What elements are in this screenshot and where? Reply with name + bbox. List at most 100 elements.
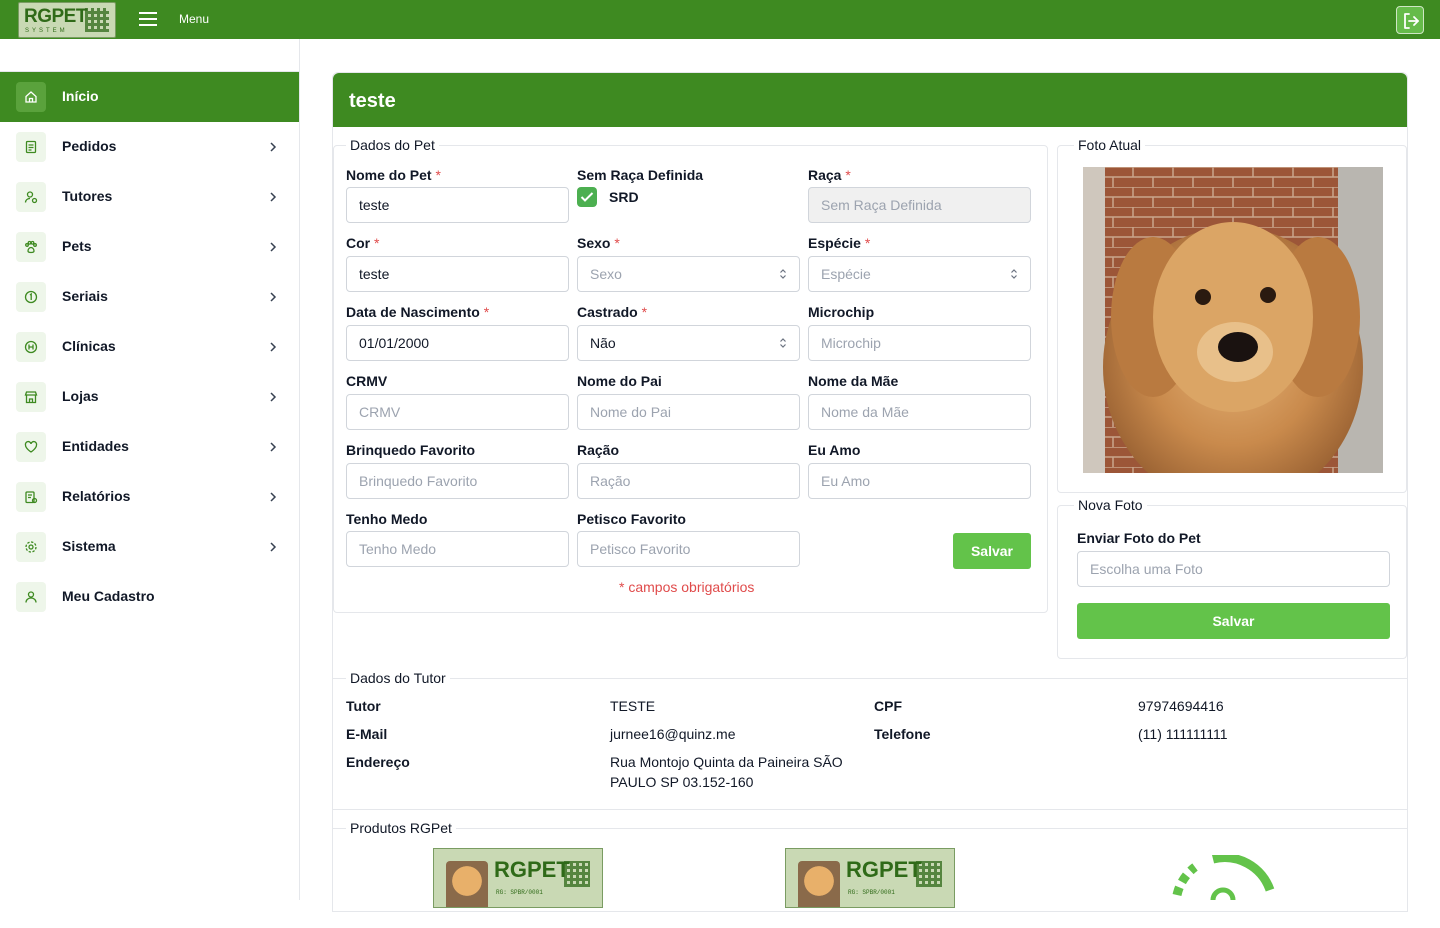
fear-input[interactable] [346,531,569,567]
hamburger-menu-icon[interactable] [139,12,157,26]
sidebar-item-label: Pets [62,238,92,254]
logout-button[interactable] [1396,6,1424,34]
mother-name-label: Nome da Mãe [808,373,899,389]
products-legend: Produtos RGPet [346,820,456,836]
species-select-value: Espécie [821,266,871,282]
new-photo-legend: Nova Foto [1074,497,1147,513]
species-label: Espécie * [808,235,871,251]
food-input[interactable] [577,463,800,499]
sidebar: Início Pedidos Tutores Pets Seriais Clín… [0,39,300,900]
chevron-right-icon [270,492,277,502]
crmv-label: CRMV [346,373,388,389]
chevron-right-icon [270,342,277,352]
menu-label[interactable]: Menu [179,12,209,26]
neutered-select-value: Não [590,335,616,351]
species-select[interactable]: Espécie [808,256,1031,292]
i-love-input[interactable] [808,463,1031,499]
upload-photo-label: Enviar Foto do Pet [1077,530,1201,546]
sidebar-item-pedidos[interactable]: Pedidos [0,122,299,172]
sidebar-item-lojas[interactable]: Lojas [0,372,299,422]
qr-code-icon [85,8,109,32]
sidebar-item-sistema[interactable]: Sistema [0,522,299,572]
page-title: teste [349,90,396,112]
sidebar-item-label: Entidades [62,438,129,454]
microchip-input[interactable] [808,325,1031,361]
store-icon [16,382,46,412]
save-pet-button[interactable]: Salvar [953,533,1031,569]
srd-label: Sem Raça Definida [577,167,704,183]
gear-icon [16,532,46,562]
breed-input [808,187,1031,223]
email-value: jurnee16@quinz.me [610,726,736,742]
photo-file-input[interactable] [1077,551,1390,587]
cpf-label: CPF [874,698,902,714]
sidebar-item-relatorios[interactable]: Relatórios [0,472,299,522]
favorite-treat-input[interactable] [577,531,800,567]
mother-name-input[interactable] [808,394,1031,430]
select-arrows-icon [780,269,786,279]
chevron-right-icon [270,392,277,402]
sidebar-item-meu-cadastro[interactable]: Meu Cadastro [0,572,299,622]
product-card-brand: RGPET [494,857,570,882]
sidebar-item-clinicas[interactable]: Clínicas [0,322,299,372]
breed-label: Raça * [808,167,851,183]
phone-value: (11) 111111111 [1138,726,1228,742]
serial-icon [16,282,46,312]
sidebar-item-label: Pedidos [62,138,117,154]
tutor-label: Tutor [346,698,381,714]
qr-code-icon [916,861,942,887]
loading-spinner-icon[interactable] [1165,855,1280,900]
father-name-input[interactable] [577,394,800,430]
required-fields-note: * campos obrigatórios [619,579,755,595]
chevron-right-icon [270,442,277,452]
chevron-right-icon [270,242,277,252]
sidebar-item-label: Seriais [62,288,108,304]
heart-icon [16,432,46,462]
sidebar-item-entidades[interactable]: Entidades [0,422,299,472]
phone-label: Telefone [874,726,931,742]
product-card[interactable]: RGPET RG: SPBR/0001 [785,848,955,908]
fear-label: Tenho Medo [346,511,428,527]
srd-checkbox[interactable] [577,187,597,207]
sidebar-item-inicio[interactable]: Início [0,72,299,122]
product-card-rg: RG: SPBR/0001 [496,889,543,896]
select-arrows-icon [1011,269,1017,279]
sidebar-item-seriais[interactable]: Seriais [0,272,299,322]
top-bar: RGPET SYSTEM Menu [0,0,1440,39]
chevron-right-icon [270,542,277,552]
sidebar-item-label: Lojas [62,388,99,404]
sidebar-item-tutores[interactable]: Tutores [0,172,299,222]
color-input[interactable] [346,256,569,292]
srd-checkbox-label[interactable]: SRD [609,189,639,205]
save-photo-button[interactable]: Salvar [1077,603,1390,639]
favorite-toy-input[interactable] [346,463,569,499]
pet-photo-image [1083,167,1383,473]
product-card[interactable]: RGPET RG: SPBR/0001 [433,848,603,908]
hospital-icon [16,332,46,362]
cpf-value: 97974694416 [1138,698,1224,714]
sidebar-item-label: Sistema [62,538,116,554]
dog-thumbnail [446,861,488,907]
qr-code-icon [564,861,590,887]
microchip-label: Microchip [808,304,875,320]
chevron-right-icon [270,192,277,202]
sidebar-item-pets[interactable]: Pets [0,222,299,272]
sex-label: Sexo * [577,235,620,251]
card-header: teste [333,73,1407,127]
check-icon [580,192,594,202]
pet-name-input[interactable] [346,187,569,223]
tutor-data-fieldset: Dados do Tutor [333,670,1407,810]
birthdate-input[interactable] [346,325,569,361]
neutered-select[interactable]: Não [577,325,800,361]
favorite-toy-label: Brinquedo Favorito [346,442,476,458]
dog-thumbnail [798,861,840,907]
logout-icon [1404,13,1419,29]
rgpet-logo[interactable]: RGPET SYSTEM [18,2,116,38]
profile-icon [16,582,46,612]
home-icon [16,82,46,112]
crmv-input[interactable] [346,394,569,430]
sidebar-item-label: Meu Cadastro [62,588,155,604]
user-icon [16,182,46,212]
address-line-2: PAULO SP 03.152-160 [610,774,754,790]
sex-select[interactable]: Sexo [577,256,800,292]
